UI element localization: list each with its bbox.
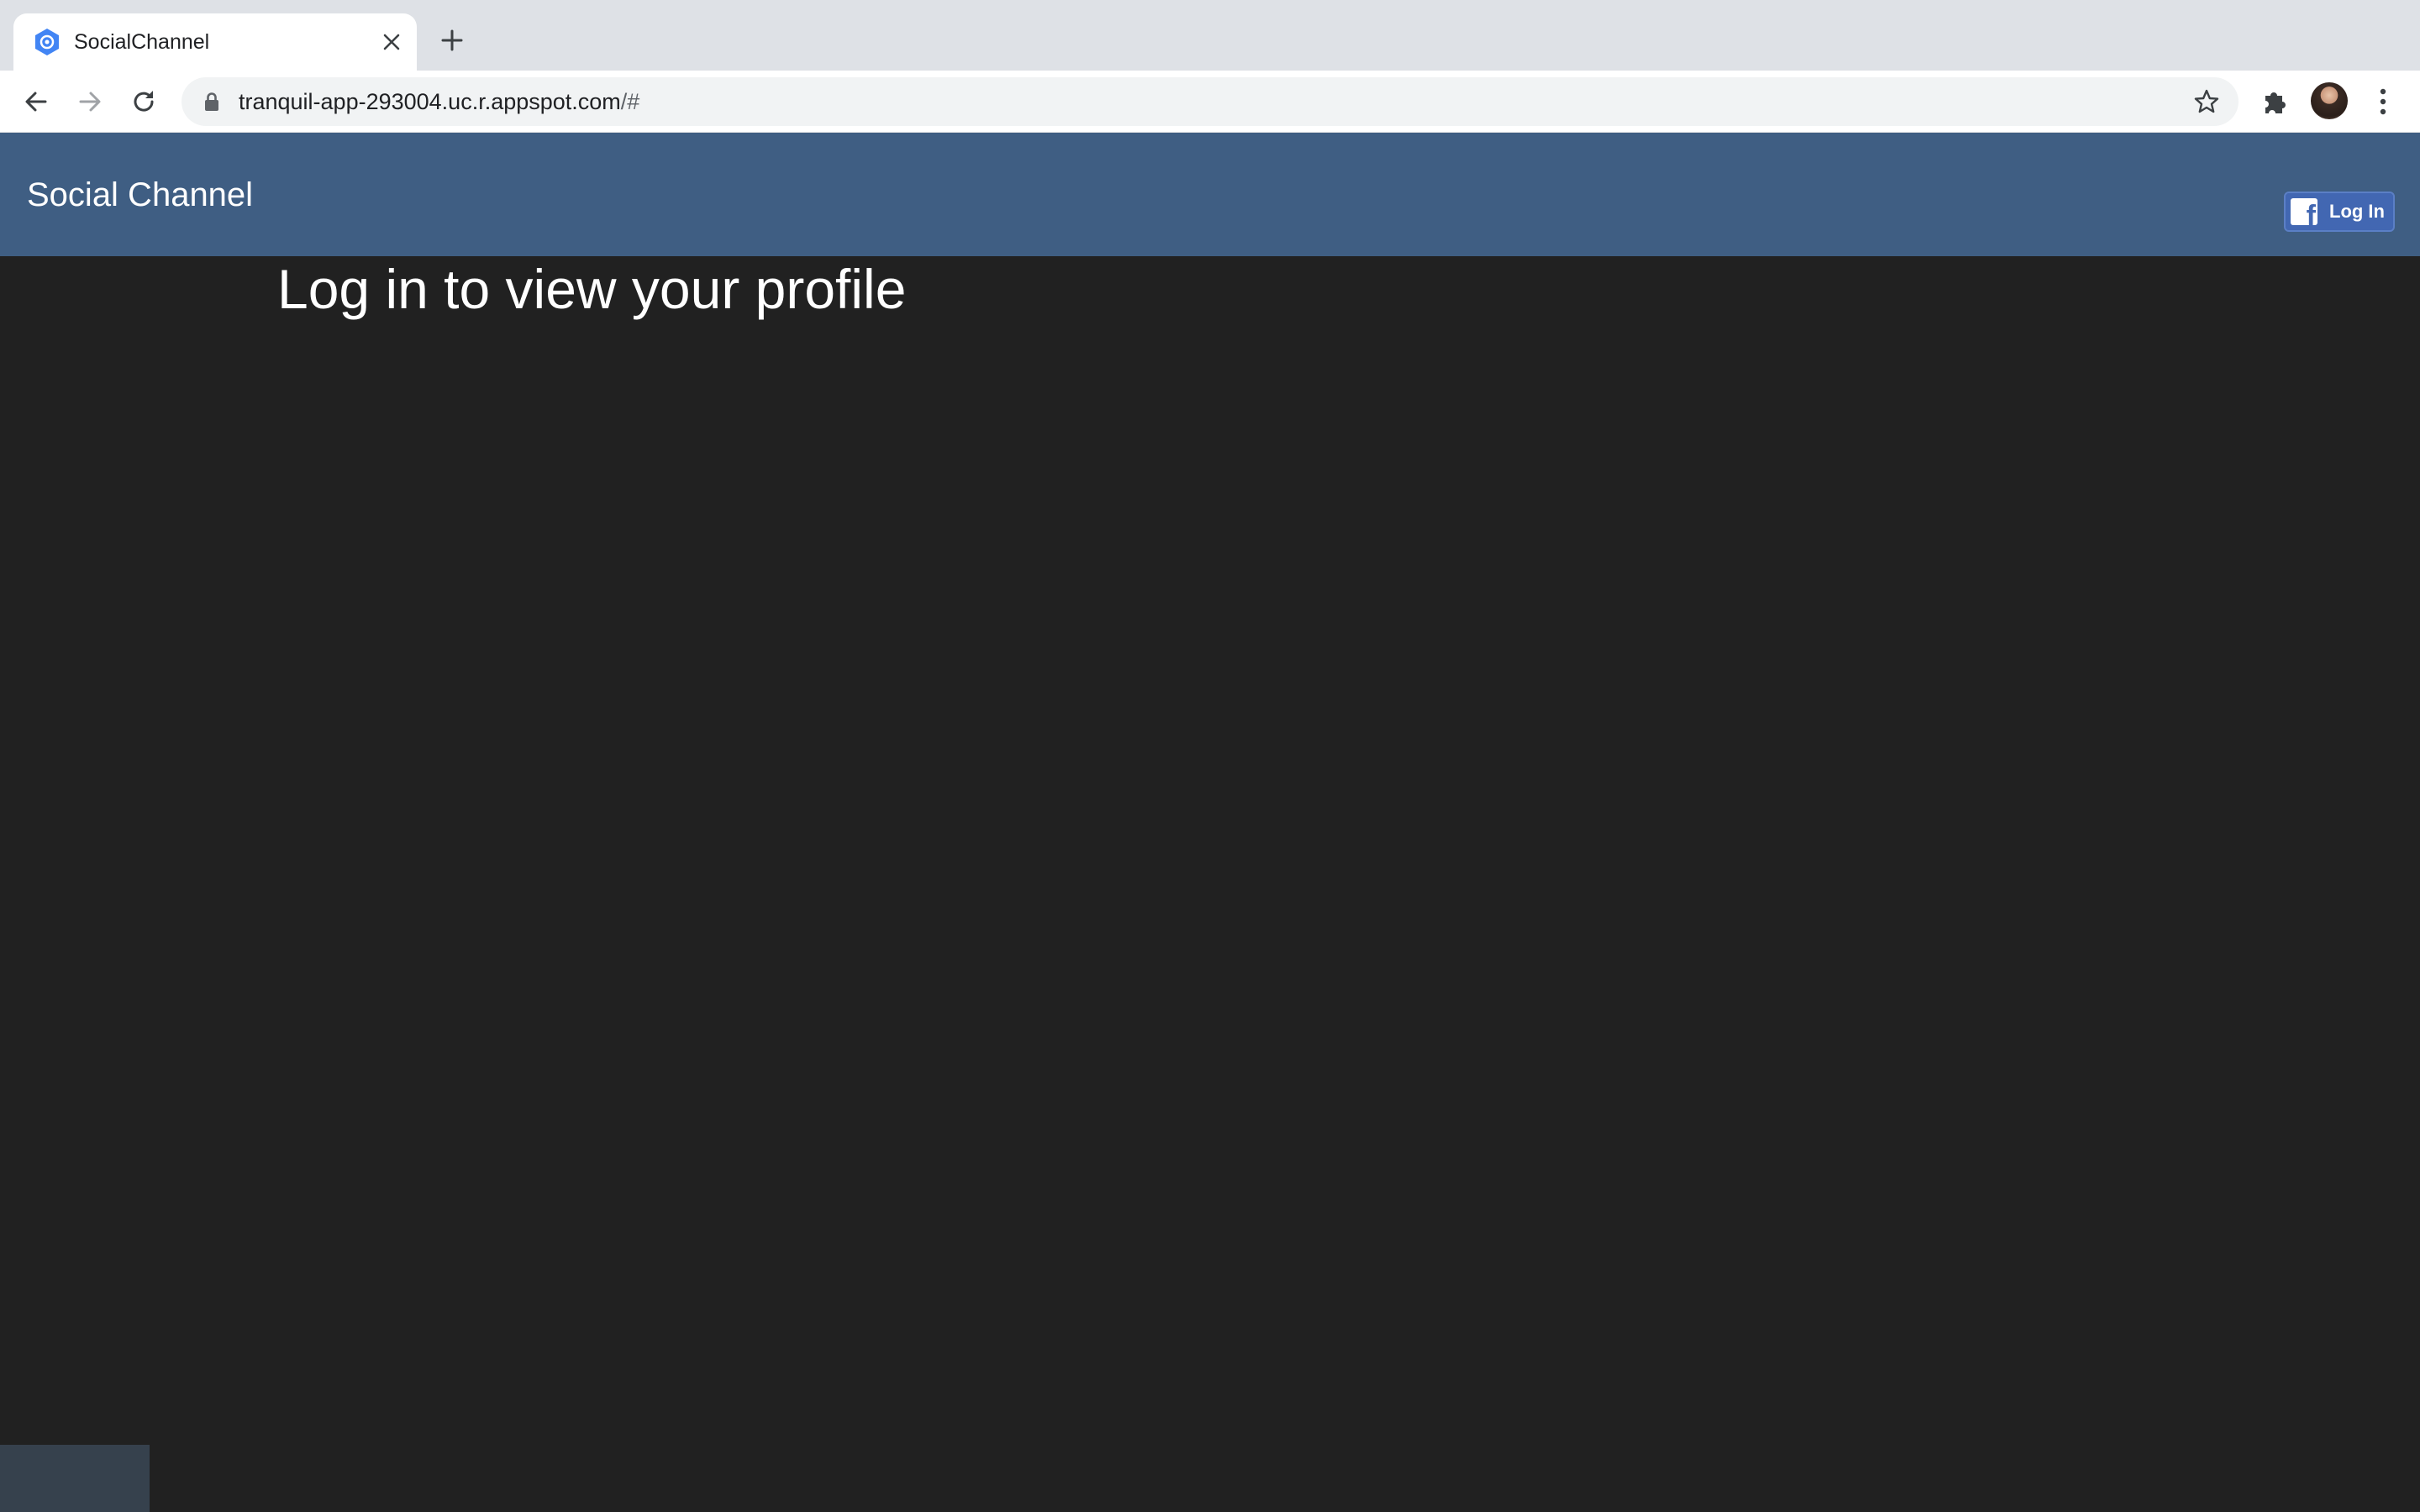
close-tab-icon[interactable]	[380, 30, 403, 54]
lock-icon[interactable]	[202, 92, 222, 112]
reload-icon[interactable]	[126, 84, 161, 119]
address-bar[interactable]: tranquil-app-293004.uc.r.appspot.com/#	[182, 77, 2238, 126]
star-icon[interactable]	[2193, 88, 2220, 115]
forward-arrow-icon[interactable]	[72, 84, 108, 119]
app-navbar: Social Channel f Log In	[0, 133, 2420, 256]
login-button-label: Log In	[2329, 201, 2385, 222]
browser-toolbar: tranquil-app-293004.uc.r.appspot.com/#	[0, 71, 2420, 133]
page-viewport: Social Channel f Log In Log in to view y…	[0, 133, 2420, 1512]
back-arrow-icon[interactable]	[18, 84, 54, 119]
url-text[interactable]: tranquil-app-293004.uc.r.appspot.com/#	[239, 88, 639, 115]
new-tab-icon[interactable]	[437, 25, 467, 55]
tab-title: SocialChannel	[74, 30, 210, 54]
tab-strip: SocialChannel	[0, 0, 2420, 71]
bottom-left-panel	[0, 1445, 150, 1512]
url-path: /#	[620, 89, 640, 114]
page-heading: Log in to view your profile	[277, 258, 907, 320]
brand-title[interactable]: Social Channel	[27, 175, 253, 215]
app-engine-icon	[35, 29, 59, 55]
puzzle-piece-icon[interactable]	[2259, 86, 2291, 118]
kebab-menu-icon[interactable]	[2370, 86, 2396, 118]
facebook-icon: f	[2291, 198, 2317, 225]
profile-avatar[interactable]	[2311, 82, 2348, 119]
facebook-login-button[interactable]: f Log In	[2284, 192, 2395, 232]
url-host: tranquil-app-293004.uc.r.appspot.com	[239, 89, 621, 114]
browser-tab[interactable]: SocialChannel	[13, 13, 417, 71]
